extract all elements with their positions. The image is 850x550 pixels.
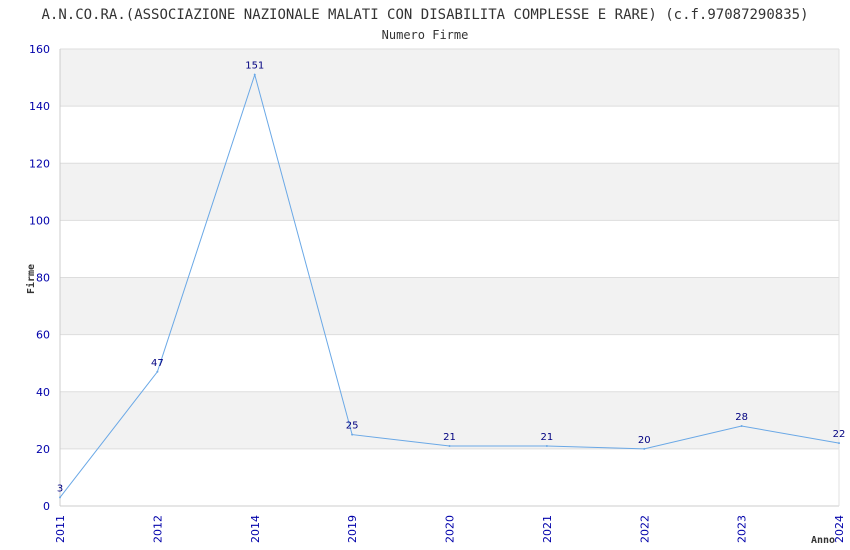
- y-tick-label: 40: [36, 386, 50, 399]
- data-point: [59, 496, 61, 499]
- x-tick-label: 2022: [638, 515, 651, 543]
- plot-bands: [60, 49, 839, 449]
- x-tick-label: 2019: [346, 515, 359, 543]
- y-tick-label: 160: [29, 43, 50, 56]
- chart-title: A.N.CO.RA.(ASSOCIAZIONE NAZIONALE MALATI…: [41, 7, 808, 23]
- data-point: [838, 442, 840, 445]
- data-label: 47: [151, 358, 164, 369]
- data-label: 28: [735, 412, 748, 423]
- x-axis-ticks: 2011 2012 2014 2019 2020 2021 2022 2023 2024: [54, 515, 846, 543]
- y-tick-label: 0: [43, 500, 50, 513]
- y-tick-label: 120: [29, 157, 50, 170]
- data-label: 20: [638, 435, 651, 446]
- x-tick-label: 2023: [736, 515, 749, 543]
- plot-band: [60, 49, 839, 107]
- data-label: 22: [833, 429, 846, 440]
- data-point: [448, 445, 451, 448]
- plot-band: [60, 277, 839, 335]
- x-tick-label: 2020: [444, 515, 457, 543]
- x-tick-label: 2012: [151, 515, 164, 543]
- x-tick-label: 2014: [249, 515, 262, 543]
- data-point: [253, 73, 256, 76]
- chart-subtitle: Numero Firme: [382, 28, 469, 42]
- data-point: [740, 425, 743, 428]
- y-tick-label: 20: [36, 443, 50, 456]
- y-tick-label: 100: [29, 214, 50, 227]
- data-point: [545, 445, 548, 448]
- data-point: [643, 447, 646, 450]
- plot-band: [60, 163, 839, 221]
- data-label: 3: [57, 483, 63, 494]
- x-axis-label: Anno: [811, 535, 835, 546]
- y-axis-label: Firme: [25, 264, 37, 294]
- data-label: 21: [443, 432, 456, 443]
- data-label: 151: [245, 61, 264, 72]
- y-tick-label: 80: [36, 272, 50, 285]
- data-label: 21: [541, 432, 554, 443]
- x-tick-label: 2021: [541, 515, 554, 543]
- y-tick-label: 140: [29, 100, 50, 113]
- data-point: [156, 370, 159, 373]
- data-label: 25: [346, 421, 359, 432]
- y-tick-label: 60: [36, 329, 50, 342]
- x-tick-label: 2011: [54, 515, 67, 543]
- chart: A.N.CO.RA.(ASSOCIAZIONE NAZIONALE MALATI…: [25, 7, 846, 546]
- data-point: [351, 433, 354, 436]
